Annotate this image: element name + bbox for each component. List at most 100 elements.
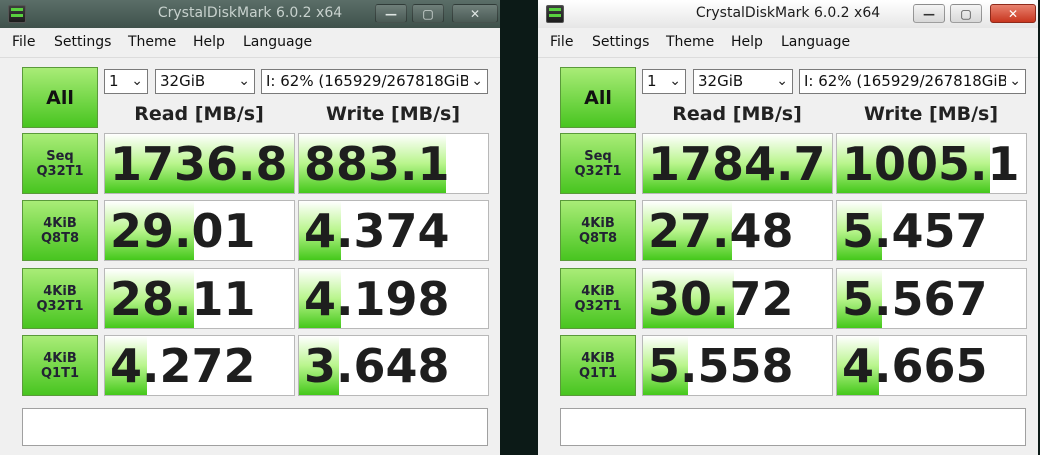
close-icon: ✕ — [469, 6, 481, 21]
row-label-line1: 4KiB — [581, 283, 615, 299]
write-result-value: 3.648 — [304, 339, 450, 393]
test-count-select[interactable]: 1 ⌄ — [642, 69, 686, 94]
write-result-cell: 4.374 — [298, 200, 489, 261]
read-result-cell: 30.72 — [642, 268, 833, 329]
minimize-button[interactable]: — — [375, 4, 407, 23]
title-bar[interactable]: CrystalDiskMark 6.0.2 x64 — ▢ ✕ — [0, 0, 500, 28]
read-result-value: 5.558 — [648, 339, 794, 393]
write-result-cell: 5.457 — [836, 200, 1027, 261]
menu-file[interactable]: File — [550, 34, 573, 50]
chevron-down-icon: ⌄ — [776, 73, 788, 89]
row-label-button[interactable]: 4KiB Q1T1 — [22, 335, 98, 396]
write-header: Write [MB/s] — [863, 103, 999, 125]
read-result-cell: 1736.8 — [104, 133, 295, 194]
row-label-line2: Q8T8 — [40, 230, 79, 246]
row-label-button[interactable]: Seq Q32T1 — [560, 133, 636, 194]
row-label-line1: 4KiB — [43, 215, 77, 231]
write-result-value: 5.567 — [842, 272, 988, 326]
menu-language[interactable]: Language — [781, 34, 850, 50]
write-result-value: 883.1 — [304, 137, 450, 191]
title-bar[interactable]: CrystalDiskMark 6.0.2 x64 — ▢ ✕ — [538, 0, 1038, 28]
maximize-icon: ▢ — [422, 6, 434, 21]
drive-value: I: 62% (165929/267818GiB) — [804, 72, 1014, 90]
write-result-cell: 4.665 — [836, 335, 1027, 396]
maximize-button[interactable]: ▢ — [950, 4, 982, 23]
row-label-line1: Seq — [584, 148, 612, 164]
read-result-cell: 5.558 — [642, 335, 833, 396]
menu-theme[interactable]: Theme — [128, 34, 176, 50]
read-result-value: 1784.7 — [648, 137, 826, 191]
menu-settings[interactable]: Settings — [592, 34, 649, 50]
crystaldiskmark-window-left: CrystalDiskMark 6.0.2 x64 — ▢ ✕ File Set… — [0, 0, 500, 455]
row-label-line1: 4KiB — [581, 215, 615, 231]
minimize-button[interactable]: — — [913, 4, 945, 23]
read-result-value: 4.272 — [110, 339, 256, 393]
read-result-value: 29.01 — [110, 204, 256, 258]
main-panel: All 1 ⌄ 32GiB ⌄ I: 62% (165929/267818GiB) ⌄… — [0, 58, 500, 455]
read-result-cell: 27.48 — [642, 200, 833, 261]
write-result-cell: 4.198 — [298, 268, 489, 329]
test-size-select[interactable]: 32GiB ⌄ — [693, 69, 793, 94]
write-result-value: 1005.1 — [842, 137, 1020, 191]
write-result-cell: 3.648 — [298, 335, 489, 396]
row-label-line2: Q1T1 — [40, 365, 79, 381]
row-label-button[interactable]: 4KiB Q1T1 — [560, 335, 636, 396]
chevron-down-icon: ⌄ — [1006, 73, 1021, 89]
write-result-value: 4.374 — [304, 204, 450, 258]
row-label-line1: 4KiB — [43, 283, 77, 299]
drive-value: I: 62% (165929/267818GiB) — [266, 72, 476, 90]
test-size-value: 32GiB — [698, 72, 744, 90]
read-result-value: 27.48 — [648, 204, 794, 258]
write-result-cell: 1005.1 — [836, 133, 1027, 194]
menu-settings[interactable]: Settings — [54, 34, 111, 50]
test-count-select[interactable]: 1 ⌄ — [104, 69, 148, 94]
test-count-value: 1 — [647, 72, 657, 90]
chevron-down-icon: ⌄ — [131, 73, 143, 89]
row-label-line1: Seq — [46, 148, 74, 164]
row-label-button[interactable]: 4KiB Q32T1 — [22, 268, 98, 329]
menu-language[interactable]: Language — [243, 34, 312, 50]
row-label-line2: Q8T8 — [578, 230, 617, 246]
drive-select[interactable]: I: 62% (165929/267818GiB) ⌄ — [799, 69, 1026, 94]
menu-help[interactable]: Help — [731, 34, 763, 50]
test-size-value: 32GiB — [160, 72, 206, 90]
status-bar — [22, 408, 488, 446]
read-result-cell: 1784.7 — [642, 133, 833, 194]
row-label-button[interactable]: 4KiB Q8T8 — [22, 200, 98, 261]
all-button[interactable]: All — [560, 67, 636, 128]
maximize-button[interactable]: ▢ — [412, 4, 444, 23]
read-result-value: 30.72 — [648, 272, 794, 326]
chevron-down-icon: ⌄ — [669, 73, 681, 89]
read-header: Read [MB/s] — [134, 103, 264, 125]
row-label-button[interactable]: 4KiB Q32T1 — [560, 268, 636, 329]
read-result-cell: 28.11 — [104, 268, 295, 329]
chevron-down-icon: ⌄ — [468, 73, 483, 89]
test-count-value: 1 — [109, 72, 119, 90]
menu-bar: File Settings Theme Help Language — [0, 28, 500, 58]
all-button[interactable]: All — [22, 67, 98, 128]
crystaldiskmark-window-right: CrystalDiskMark 6.0.2 x64 — ▢ ✕ File Set… — [538, 0, 1038, 455]
write-result-value: 4.665 — [842, 339, 988, 393]
write-result-cell: 5.567 — [836, 268, 1027, 329]
write-result-value: 5.457 — [842, 204, 988, 258]
row-label-button[interactable]: Seq Q32T1 — [22, 133, 98, 194]
test-size-select[interactable]: 32GiB ⌄ — [155, 69, 255, 94]
menu-help[interactable]: Help — [193, 34, 225, 50]
row-label-line2: Q32T1 — [36, 298, 84, 314]
row-label-line2: Q1T1 — [578, 365, 617, 381]
row-label-line1: 4KiB — [581, 350, 615, 366]
read-result-value: 1736.8 — [110, 137, 288, 191]
close-button[interactable]: ✕ — [990, 4, 1036, 23]
minimize-icon: — — [923, 6, 935, 21]
menu-theme[interactable]: Theme — [666, 34, 714, 50]
row-label-button[interactable]: 4KiB Q8T8 — [560, 200, 636, 261]
menu-file[interactable]: File — [12, 34, 35, 50]
main-panel: All 1 ⌄ 32GiB ⌄ I: 62% (165929/267818GiB) ⌄… — [538, 58, 1038, 455]
status-bar — [560, 408, 1026, 446]
write-result-cell: 883.1 — [298, 133, 489, 194]
row-label-line2: Q32T1 — [36, 163, 84, 179]
drive-select[interactable]: I: 62% (165929/267818GiB) ⌄ — [261, 69, 488, 94]
close-button[interactable]: ✕ — [452, 4, 498, 23]
read-result-value: 28.11 — [110, 272, 256, 326]
read-header: Read [MB/s] — [672, 103, 802, 125]
